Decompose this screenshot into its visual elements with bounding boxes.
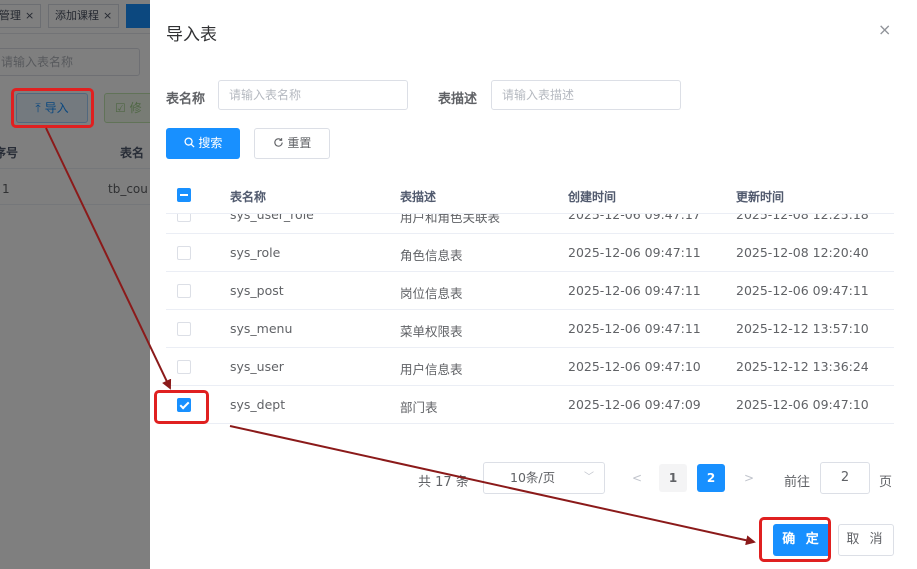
- table-name-label: 表名称: [166, 92, 206, 107]
- header-updated-time[interactable]: 更新时间: [736, 188, 784, 205]
- table-row[interactable]: sys_post 岗位信息表 2025-12-06 09:47:11 2025-…: [166, 272, 894, 310]
- cell-table-desc: 菜单权限表: [400, 324, 463, 339]
- cell-created-time: 2025-12-06 09:47:10: [568, 359, 701, 374]
- reset-label: 重置: [287, 136, 312, 150]
- cell-updated-time: 2025-12-06 09:47:10: [736, 397, 869, 412]
- select-all-checkbox[interactable]: [177, 188, 191, 202]
- cell-table-desc: 部门表: [400, 400, 438, 415]
- page-size-select[interactable]: 10条/页 ﹀: [483, 462, 605, 494]
- cell-table-desc: 用户信息表: [400, 362, 463, 377]
- row-checkbox[interactable]: [177, 322, 191, 336]
- goto-page-input[interactable]: 2: [820, 462, 870, 494]
- row-checkbox[interactable]: [177, 360, 191, 374]
- cell-table-name: sys_user: [230, 359, 284, 374]
- dialog-title: 导入表: [166, 25, 217, 45]
- chevron-down-icon: ﹀: [584, 472, 594, 483]
- cell-created-time: 2025-12-06 09:47:11: [568, 245, 701, 260]
- cell-updated-time: 2025-12-06 09:47:11: [736, 283, 869, 298]
- header-table-name[interactable]: 表名称: [230, 188, 266, 205]
- background-page: 管理× 添加课程× 请输入表名称 ⤒ 导入 ☑ 修 序号 表名 1 tb_cou: [0, 0, 150, 569]
- cell-table-desc: 岗位信息表: [400, 286, 463, 301]
- modal-overlay[interactable]: [0, 0, 150, 569]
- table-desc-label: 表描述: [438, 92, 478, 107]
- search-button[interactable]: 搜索: [166, 128, 240, 159]
- search-label: 搜索: [198, 136, 223, 150]
- next-page-button[interactable]: >: [735, 464, 763, 492]
- cell-table-name: sys_menu: [230, 321, 293, 336]
- cancel-button[interactable]: 取 消: [838, 524, 894, 556]
- cell-updated-time: 2025-12-08 12:20:40: [736, 245, 869, 260]
- goto-label: 前往: [784, 475, 811, 490]
- cell-updated-time: 2025-12-12 13:57:10: [736, 321, 869, 336]
- header-table-desc[interactable]: 表描述: [400, 188, 436, 205]
- header-created-time[interactable]: 创建时间: [568, 188, 616, 205]
- import-table-dialog: 导入表 × 表名称 表描述 搜索 重置 sys_user_role 用户和角色关…: [150, 0, 917, 569]
- page-size-value: 10条/页: [510, 470, 556, 485]
- table-row[interactable]: sys_user 用户信息表 2025-12-06 09:47:10 2025-…: [166, 348, 894, 386]
- highlight-row-checkbox: [154, 390, 209, 424]
- highlight-import-button: [11, 88, 94, 128]
- table-row[interactable]: sys_menu 菜单权限表 2025-12-06 09:47:11 2025-…: [166, 310, 894, 348]
- table-row[interactable]: sys_role 角色信息表 2025-12-06 09:47:11 2025-…: [166, 234, 894, 272]
- tables-list: sys_user_role 用户和角色关联表 2025-12-06 09:47:…: [166, 176, 894, 426]
- page-2-button[interactable]: 2: [697, 464, 725, 492]
- table-row[interactable]: sys_dept 部门表 2025-12-06 09:47:09 2025-12…: [166, 386, 894, 424]
- page-suffix-label: 页: [879, 475, 893, 490]
- cell-table-name: sys_dept: [230, 397, 286, 412]
- cell-updated-time: 2025-12-12 13:36:24: [736, 359, 869, 374]
- row-checkbox[interactable]: [177, 284, 191, 298]
- cell-table-name: sys_role: [230, 245, 281, 260]
- table-name-input[interactable]: [218, 80, 408, 110]
- cell-table-name: sys_post: [230, 283, 284, 298]
- search-icon: [184, 136, 199, 150]
- highlight-confirm-button: [759, 517, 831, 562]
- cell-created-time: 2025-12-06 09:47:11: [568, 321, 701, 336]
- cell-table-desc: 角色信息表: [400, 248, 463, 263]
- table-desc-input[interactable]: [491, 80, 681, 110]
- reset-button[interactable]: 重置: [254, 128, 330, 159]
- prev-page-button[interactable]: <: [623, 464, 651, 492]
- refresh-icon: [273, 136, 288, 150]
- table-header: 表名称 表描述 创建时间 更新时间: [166, 176, 894, 214]
- close-icon[interactable]: ×: [878, 20, 891, 39]
- row-checkbox[interactable]: [177, 246, 191, 260]
- cell-created-time: 2025-12-06 09:47:09: [568, 397, 701, 412]
- pagination-total: 共 17 条: [418, 475, 469, 490]
- cell-created-time: 2025-12-06 09:47:11: [568, 283, 701, 298]
- page-1-button[interactable]: 1: [659, 464, 687, 492]
